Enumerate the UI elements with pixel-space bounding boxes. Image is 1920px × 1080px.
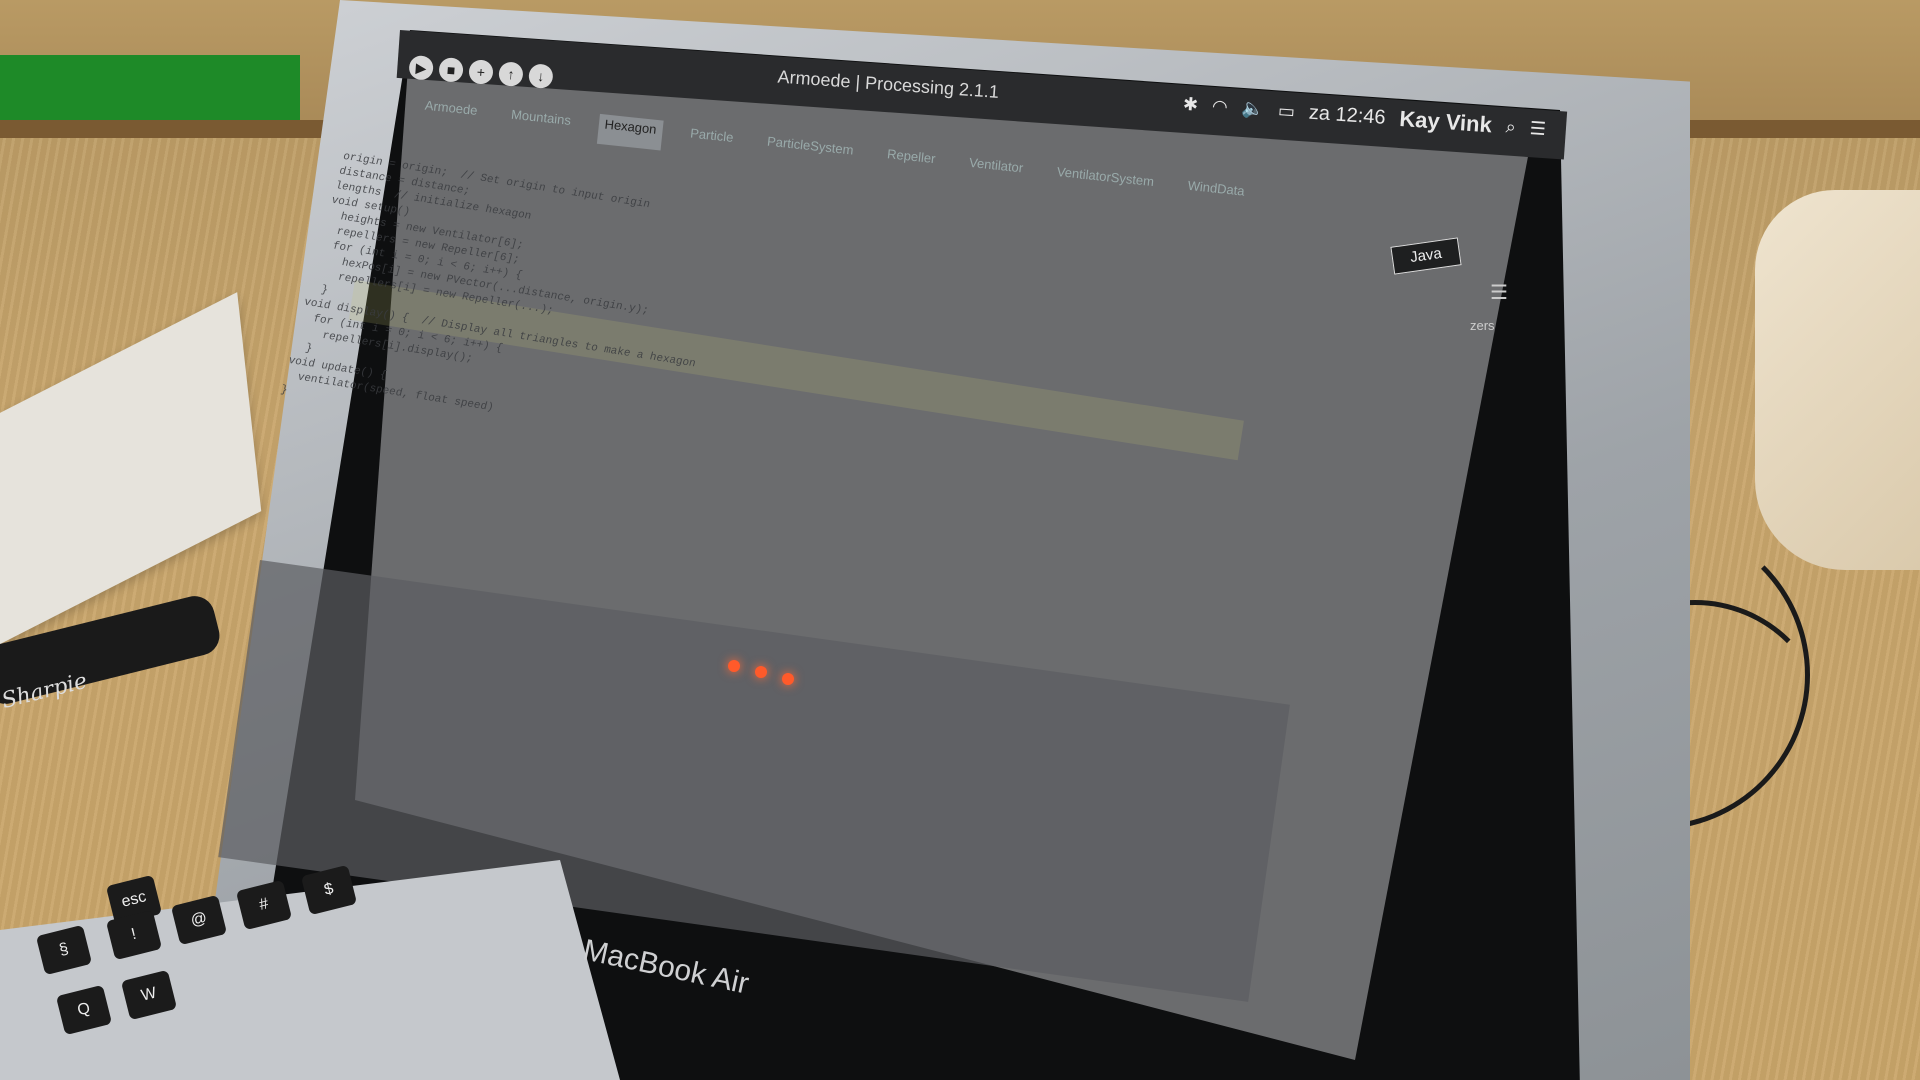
window-title: Armoede | Processing 2.1.1 xyxy=(776,66,1000,102)
tab-repeller[interactable]: Repeller xyxy=(879,144,942,180)
tab-particle[interactable]: Particle xyxy=(682,123,740,159)
photo-scene: Sharpie Armoede | Processing 2.1.1 ✱ ◠ 🔈… xyxy=(0,0,1920,1080)
run-icon[interactable]: ▶ xyxy=(408,55,434,81)
user-name[interactable]: Kay Vink xyxy=(1399,106,1493,138)
battery-icon[interactable]: ▭ xyxy=(1277,100,1295,122)
loading-dot xyxy=(728,660,740,672)
menu-icon[interactable]: ☰ xyxy=(1490,280,1508,305)
save-icon[interactable]: ↓ xyxy=(528,63,554,89)
stop-icon[interactable]: ■ xyxy=(438,57,464,83)
volume-icon[interactable]: 🔈 xyxy=(1241,97,1265,120)
wifi-icon[interactable]: ◠ xyxy=(1211,95,1228,117)
new-icon[interactable]: + xyxy=(468,59,494,85)
notification-center-icon[interactable]: ☰ xyxy=(1529,118,1546,140)
clock[interactable]: za 12:46 xyxy=(1308,101,1386,129)
tote-bag xyxy=(1755,190,1920,570)
bluetooth-icon[interactable]: ✱ xyxy=(1182,93,1198,115)
loading-dot xyxy=(755,666,767,678)
open-icon[interactable]: ↑ xyxy=(498,61,524,87)
spotlight-icon[interactable]: ⌕ xyxy=(1505,116,1516,138)
right-edge-label: zers xyxy=(1470,318,1495,333)
loading-dot xyxy=(782,673,794,685)
